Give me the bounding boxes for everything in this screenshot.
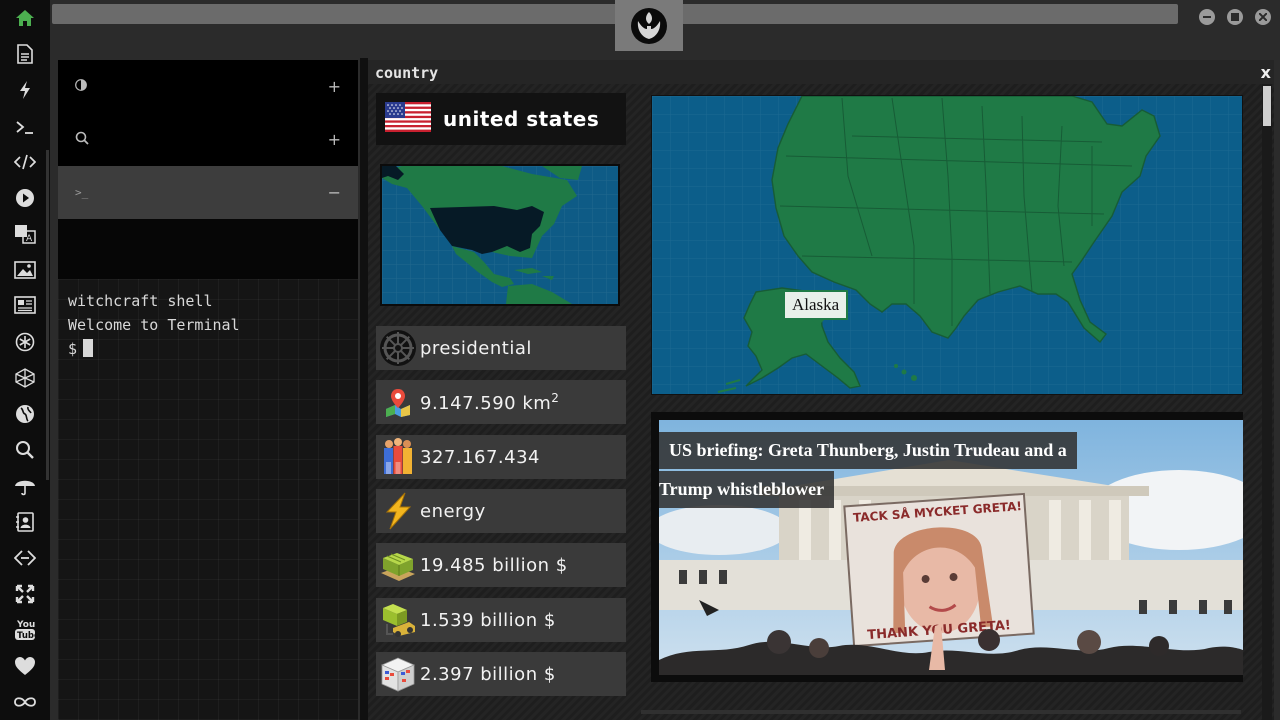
terminal-row[interactable]: >_ − [58,166,358,219]
gdp-stat: 19.485 billion $ [376,543,626,587]
country-name-card: united states [376,93,626,145]
panel-header: country x [368,60,1274,84]
link-icon[interactable] [13,546,37,570]
panel-divider [360,58,368,720]
heart-icon[interactable] [13,654,37,678]
maximize-button[interactable] [1227,9,1243,25]
expand-icon[interactable] [13,582,37,606]
us-flag-icon [385,102,431,136]
locator-minimap[interactable] [380,164,620,306]
imports-value: 2.397 billion $ [420,663,556,685]
scrollbar-thumb[interactable] [1263,86,1271,126]
population-stat: 327.167.434 [376,435,626,479]
news-icon[interactable] [13,293,37,317]
dock-scrollbar[interactable] [46,150,49,480]
gdp-value: 19.485 billion $ [420,554,568,576]
government-stat: presidential [376,326,626,370]
area-value: 9.147.590 km [420,392,552,414]
prompt-symbol: $ [68,340,78,358]
minimize-button[interactable] [1199,9,1215,25]
document-icon[interactable] [13,42,37,66]
image-icon[interactable] [13,258,37,282]
imports-stat: 2.397 billion $ [376,652,626,696]
tooltip-pointer [811,319,825,326]
news-headline-line1[interactable]: US briefing: Greta Thunberg, Justin Trud… [659,432,1077,469]
prompt-icon: >_ [75,186,89,199]
terminal-icon[interactable] [13,115,37,139]
search-icon[interactable] [13,438,37,462]
svg-text:You: You [16,620,35,630]
search-row[interactable]: + [58,113,358,166]
exports-stat: 1.539 billion $ [376,598,626,642]
youtube-icon[interactable]: YouTube [13,618,37,642]
resource-stat: energy [376,489,626,533]
area-stat: 9.147.590 km2 [376,380,626,424]
search-icon [75,131,328,149]
exports-value: 1.539 billion $ [420,609,556,631]
home-icon[interactable] [13,6,37,30]
close-window-button[interactable] [1255,9,1271,25]
news-headline-line2[interactable]: Trump whistleblower [659,471,835,508]
translate-icon[interactable]: A [13,222,37,246]
map-pin-icon [376,380,420,424]
expand-row-button[interactable]: + [328,130,341,149]
country-map[interactable]: Alaska [651,95,1243,395]
contrast-icon [75,78,328,95]
news-image[interactable]: TACK SÅ MYCKET GRETA! THANK YOU GRETA! U… [659,420,1243,675]
theme-row[interactable]: + [58,60,358,113]
country-panel: country x united states presidential 9.1… [368,60,1274,720]
contact-icon[interactable] [13,510,37,534]
parcel-box-icon [376,652,420,696]
asterisk-icon[interactable] [13,330,37,354]
expand-row-button[interactable]: + [328,77,341,96]
panel-title: country [375,64,439,82]
empire-emblem-icon [376,326,420,370]
text-cursor [83,339,94,357]
bolt-icon[interactable] [13,78,37,102]
svg-text:Tube: Tube [17,631,36,641]
forklift-icon [376,598,420,642]
country-name: united states [443,107,600,131]
umbrella-icon[interactable] [13,474,37,498]
close-panel-button[interactable]: x [1261,63,1271,82]
map-tooltip: Alaska [783,290,849,326]
svg-text:A: A [26,234,33,244]
panel-scrollbar[interactable] [1262,84,1272,720]
play-icon[interactable] [13,186,37,210]
money-stack-icon [376,543,420,587]
tooltip-label: Alaska [792,295,840,314]
collapse-row-button[interactable]: − [328,183,341,202]
infinity-icon[interactable] [13,690,37,714]
energy-bolt-icon [376,489,420,533]
terminal-prompt[interactable]: $ [68,337,348,361]
area-unit-exponent: 2 [551,390,560,405]
app-dock: A YouTube [0,0,50,720]
panel-bottom-strip [641,710,1241,714]
cube-icon[interactable] [13,366,37,390]
population-value: 327.167.434 [420,446,541,468]
resource-value: energy [420,500,486,522]
rebel-emblem-icon[interactable] [615,0,683,51]
terminal-output[interactable]: witchcraft shell Welcome to Terminal $ [58,279,358,720]
government-type: presidential [420,337,532,359]
terminal-line: Welcome to Terminal [68,316,240,334]
terminal-line: witchcraft shell [68,292,213,310]
population-icon [376,435,420,479]
globe-icon[interactable] [13,402,37,426]
code-icon[interactable] [13,150,37,174]
news-card[interactable]: TACK SÅ MYCKET GRETA! THANK YOU GRETA! U… [651,412,1243,682]
terminal-panel: + + >_ − witchcraft shell Welcome to Ter… [58,60,358,720]
